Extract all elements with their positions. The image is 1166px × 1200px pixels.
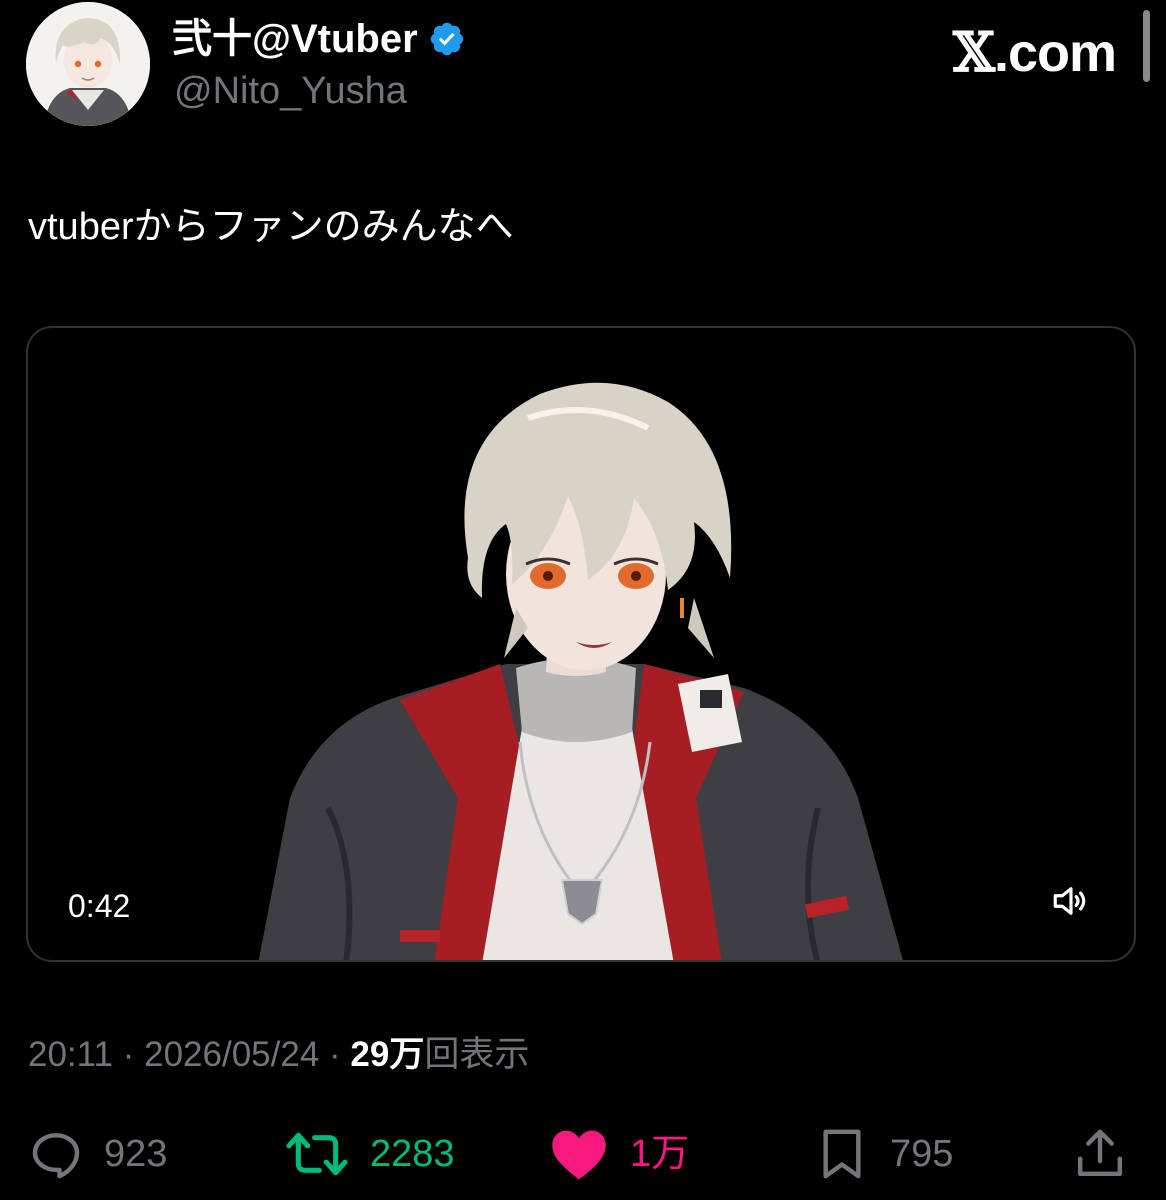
tweet-meta: 20:11 · 2026/05/24 · 29万回表示 [28,1030,529,1080]
retweet-button[interactable]: 2283 [284,1124,455,1184]
views-label: 回表示 [424,1035,530,1074]
tweet-time[interactable]: 20:11 [28,1035,113,1074]
bookmark-icon [823,1129,861,1179]
x-logo-icon: 𝕏 [953,20,995,84]
scroll-indicator[interactable] [1143,10,1150,82]
bookmark-count: 795 [890,1133,954,1175]
retweet-icon [286,1132,348,1176]
author-handle[interactable]: @Nito_Yusha [174,68,407,114]
speaker-icon[interactable] [1050,880,1092,922]
logo-suffix: .com [993,23,1117,83]
tweet-date[interactable]: 2026/05/24 [144,1035,319,1074]
avatar-image [26,2,150,126]
video-duration: 0:42 [68,888,131,924]
like-button[interactable]: 1万 [548,1124,689,1184]
reply-icon [32,1133,80,1179]
video-frame-character-illustration [258,382,903,960]
views-count: 29万 [350,1035,425,1074]
verified-badge-icon [430,22,463,56]
x-com-logo: 𝕏.com [953,20,1117,85]
share-icon [1077,1129,1123,1177]
author-avatar[interactable] [26,2,150,126]
meta-separator: · [319,1035,351,1074]
retweet-count: 2283 [370,1133,455,1175]
bookmark-button[interactable]: 795 [814,1124,953,1184]
heart-icon [552,1130,606,1180]
author-name-row[interactable]: 弐十@Vtuber [172,14,466,64]
tweet-text: vtuberからファンのみんなへ [28,206,514,248]
meta-separator: · [113,1035,145,1074]
reply-button[interactable]: 923 [28,1124,167,1184]
share-button[interactable] [1072,1124,1128,1184]
like-count: 1万 [630,1133,690,1175]
reply-count: 923 [104,1133,168,1175]
author-display-name[interactable]: 弐十@Vtuber [172,14,418,64]
video-player[interactable]: 0:42 [26,326,1136,962]
